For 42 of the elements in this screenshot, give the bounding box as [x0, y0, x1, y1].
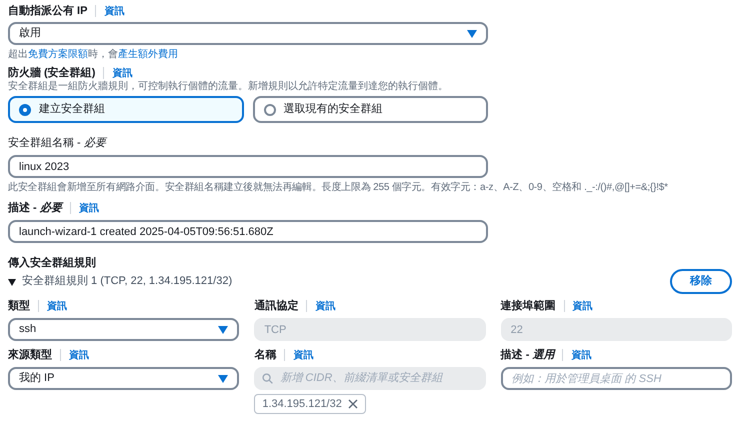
- section-title: 傳入安全群組規則: [8, 256, 97, 269]
- pricing-link[interactable]: 產生額外費用: [118, 49, 178, 60]
- field-label: 名稱: [254, 348, 276, 363]
- search-field[interactable]: 新增 CIDR、前綴清單或安全群組: [254, 367, 486, 390]
- radio-option[interactable]: 建立安全群組: [8, 96, 244, 123]
- hint-text: 超出免費方案限額時，會產生額外費用: [8, 49, 179, 61]
- field-label: 通訊協定: [254, 298, 298, 314]
- field-label: 類型: [8, 298, 30, 314]
- description-text: 安全群組是一組防火牆規則，可控制執行個體的流量。新增規則以允許特定流量到達您的執行個體。: [8, 81, 449, 93]
- select-dropdown[interactable]: ssh: [8, 318, 240, 341]
- info-link[interactable]: 資訊: [104, 4, 124, 18]
- field-label: 自動指派公有 IP: [8, 4, 88, 19]
- radio-selected-icon: [19, 104, 31, 116]
- field-label: 連接埠範圍: [500, 298, 556, 314]
- info-link[interactable]: 資訊: [112, 66, 132, 80]
- search-icon: [262, 373, 274, 384]
- rule-toggle[interactable]: 安全群組規則 1 (TCP, 22, 1.34.195.121/32): [8, 273, 232, 290]
- close-icon[interactable]: [348, 399, 358, 409]
- input-field[interactable]: linux 2023: [8, 155, 488, 178]
- field-label: 描述 - 選用: [500, 348, 554, 363]
- info-link[interactable]: 資訊: [571, 348, 592, 362]
- info-link[interactable]: 資訊: [69, 348, 89, 362]
- field-label: 安全群組名稱 - 必要: [8, 136, 106, 151]
- field-label: 防火牆 (安全群組): [8, 66, 96, 80]
- chip-label: 1.34.195.121/32: [262, 396, 342, 412]
- remove-button[interactable]: 移除: [670, 269, 732, 294]
- hint-text: 此安全群組會新增至所有網路介面。安全群組名稱建立後就無法再編輯。長度上限為 255 個字元。有效字元：a-z、A-Z、0-9、空格和 ._-:/()#,@[]+=&;{}!$*: [8, 182, 669, 194]
- info-link[interactable]: 資訊: [293, 348, 314, 362]
- field-label: 描述 - 必要: [8, 200, 62, 216]
- caret-down-icon: [218, 374, 228, 382]
- field-label: 來源類型: [8, 348, 52, 363]
- input-field[interactable]: 例如：用於管理員桌面 的 SSH: [500, 367, 732, 390]
- pricing-link[interactable]: 免費方案限額: [28, 49, 88, 60]
- caret-down-icon: [467, 30, 477, 38]
- radio-option[interactable]: 選取現有的安全群組: [252, 96, 488, 123]
- select-dropdown[interactable]: 啟用: [8, 22, 488, 45]
- info-link[interactable]: 資訊: [47, 298, 67, 314]
- radio-empty-icon: [264, 104, 276, 116]
- info-link[interactable]: 資訊: [78, 200, 99, 216]
- caret-down-icon: [218, 326, 228, 334]
- select-dropdown[interactable]: 我的 IP: [8, 367, 240, 390]
- input-field[interactable]: launch-wizard-1 created 2025-04-05T09:56:51.680Z: [8, 220, 488, 243]
